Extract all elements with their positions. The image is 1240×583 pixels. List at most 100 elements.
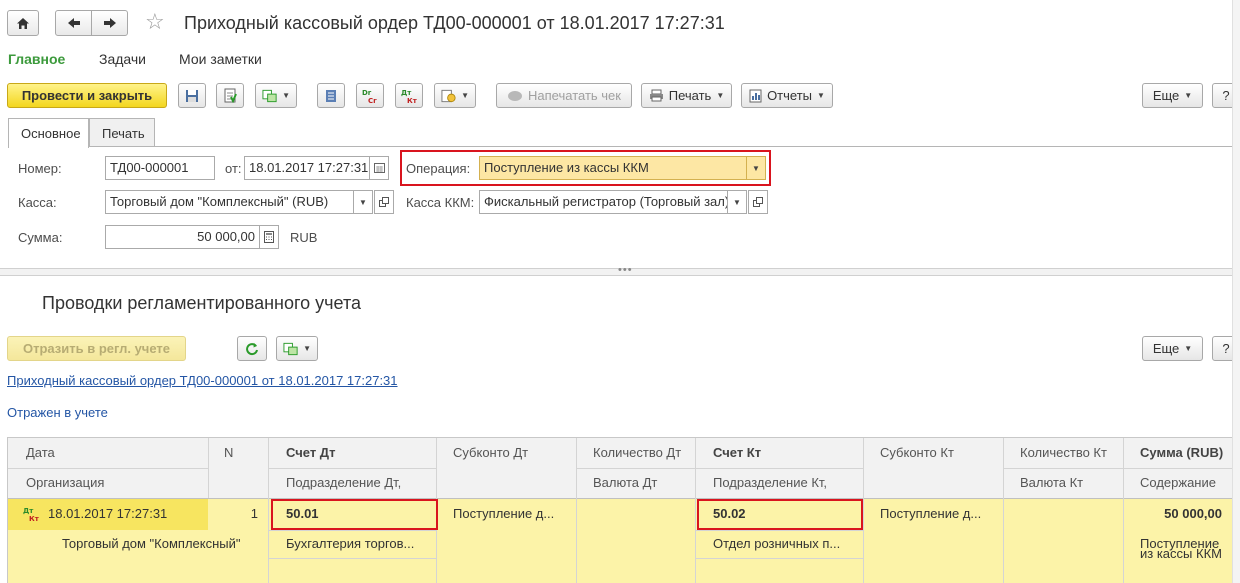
col-division-kt[interactable]: Подразделение Кт, (703, 468, 837, 497)
tab-main[interactable]: Основное (8, 118, 89, 148)
kassa-field[interactable]: Торговый дом "Комплексный" (RUB) (105, 190, 354, 214)
more-button[interactable]: Еще ▼ (1142, 83, 1203, 108)
grid-line (268, 468, 436, 469)
dt-kt-postings-button[interactable]: Dr Cr (356, 83, 384, 108)
tab-divider (8, 146, 1232, 147)
forward-button[interactable] (91, 10, 128, 36)
cell-subconto-dt: Поступление д... (453, 506, 555, 521)
kassa-kkm-field[interactable]: Фискальный регистратор (Торговый зал) (479, 190, 728, 214)
col-currency-kt[interactable]: Валюта Кт (1010, 468, 1093, 497)
print-check-button[interactable]: Напечатать чек (496, 83, 632, 108)
section-notes[interactable]: Мои заметки (179, 51, 262, 67)
col-subconto-kt[interactable]: Субконто Кт (870, 438, 964, 467)
kassa-kkm-dropdown[interactable]: ▼ (727, 190, 747, 214)
favorite-star-icon[interactable]: ☆ (145, 9, 165, 35)
grid-line (8, 498, 1232, 499)
create-based-icon (283, 342, 298, 355)
col-account-dt[interactable]: Счет Дт (276, 438, 345, 467)
kassa-kkm-open-button[interactable] (748, 190, 768, 214)
kassa-open-button[interactable] (374, 190, 394, 214)
cell-division-kt: Отдел розничных п... (713, 536, 841, 551)
grid-line (695, 468, 863, 469)
dropdown-caret-icon: ▼ (1184, 344, 1193, 353)
cell-subconto-kt: Поступление д... (880, 506, 982, 521)
reports-button[interactable]: Отчеты ▼ (741, 83, 833, 108)
cell-organization: Торговый дом "Комплексный" (62, 536, 241, 551)
col-organization[interactable]: Организация (16, 468, 114, 497)
cell-division-dt: Бухгалтерия торгов... (286, 536, 415, 551)
create-based-on-button-2[interactable]: ▼ (276, 336, 318, 361)
print-button[interactable]: Печать ▼ (641, 83, 732, 108)
calculator-button[interactable] (259, 225, 279, 249)
refresh-button[interactable] (237, 336, 267, 361)
post-document-icon (224, 88, 237, 103)
svg-text:Кт: Кт (407, 97, 418, 104)
cell-content-line2: из кассы ККМ (1140, 546, 1222, 561)
sum-label: Сумма: (18, 230, 63, 245)
col-date[interactable]: Дата (16, 438, 65, 467)
grid-line (576, 438, 577, 583)
dt-ct-icon: DrCr (362, 89, 377, 104)
dropdown-caret-icon: ▼ (817, 91, 825, 100)
date-field[interactable]: 18.01.2017 17:27:31 (244, 156, 370, 180)
reflect-button[interactable]: Отразить в регл. учете (7, 336, 186, 361)
list-icon (326, 89, 336, 102)
related-documents-button[interactable]: ▼ (434, 83, 476, 108)
col-amount[interactable]: Сумма (RUB) (1130, 438, 1233, 467)
create-based-on-button[interactable]: ▼ (255, 83, 297, 108)
currency-label: RUB (290, 230, 318, 245)
svg-text:Дт: Дт (401, 89, 412, 97)
save-button[interactable] (178, 83, 206, 108)
svg-text:Дт: Дт (23, 507, 34, 515)
open-icon (379, 197, 389, 207)
tab-print[interactable]: Печать (89, 118, 155, 147)
calendar-button[interactable] (369, 156, 389, 180)
kassa-kkm-label: Касса ККМ: (406, 195, 475, 210)
open-icon (753, 197, 763, 207)
print-label: Печать (668, 88, 712, 103)
home-button[interactable] (7, 10, 39, 36)
dt-kt-report-button[interactable]: Дт Кт (395, 83, 423, 108)
grid-line (8, 468, 208, 469)
grid-line (863, 438, 864, 583)
col-qty-kt[interactable]: Количество Кт (1010, 438, 1117, 467)
list-view-button[interactable] (317, 83, 345, 108)
more-button-2[interactable]: Еще ▼ (1142, 336, 1203, 361)
report-icon (749, 89, 762, 102)
receipt-icon (508, 90, 523, 101)
vertical-scrollbar[interactable] (1232, 0, 1240, 583)
col-division-dt[interactable]: Подразделение Дт, (276, 468, 411, 497)
dt-kt-icon: ДтКт (401, 89, 418, 104)
svg-text:Dr: Dr (362, 89, 372, 97)
col-account-kt[interactable]: Счет Кт (703, 438, 771, 467)
calculator-icon (264, 231, 274, 243)
document-structure-icon (441, 89, 456, 102)
section-tasks[interactable]: Задачи (99, 51, 146, 67)
splitter-grip-icon: ••• (618, 264, 633, 276)
dropdown-caret-icon: ▼ (282, 91, 290, 100)
post-and-close-button[interactable]: Провести и закрыть (7, 83, 167, 108)
post-button[interactable] (216, 83, 244, 108)
panel-splitter[interactable]: ••• (0, 264, 1240, 276)
grid-line (1003, 438, 1004, 583)
create-based-icon (262, 89, 277, 102)
floppy-disk-icon (186, 89, 198, 102)
section-main[interactable]: Главное (8, 51, 65, 67)
col-n[interactable]: N (214, 438, 243, 467)
kassa-dropdown[interactable]: ▼ (353, 190, 373, 214)
col-content[interactable]: Содержание (1130, 468, 1226, 497)
col-qty-dt[interactable]: Количество Дт (583, 438, 691, 467)
refresh-icon (246, 342, 258, 355)
reports-label: Отчеты (767, 88, 812, 103)
number-field[interactable]: ТД00-000001 (105, 156, 215, 180)
chevron-down-icon: ▼ (733, 197, 741, 207)
reflect-label: Отразить в регл. учете (22, 341, 170, 356)
sum-field[interactable]: 50 000,00 (105, 225, 260, 249)
grid-line (208, 438, 209, 498)
back-button[interactable] (55, 10, 92, 36)
printer-icon (649, 89, 663, 102)
col-subconto-dt[interactable]: Субконто Дт (443, 438, 538, 467)
more-label: Еще (1152, 88, 1180, 103)
col-currency-dt[interactable]: Валюта Дт (583, 468, 667, 497)
document-link[interactable]: Приходный кассовый ордер ТД00-000001 от … (7, 373, 398, 388)
